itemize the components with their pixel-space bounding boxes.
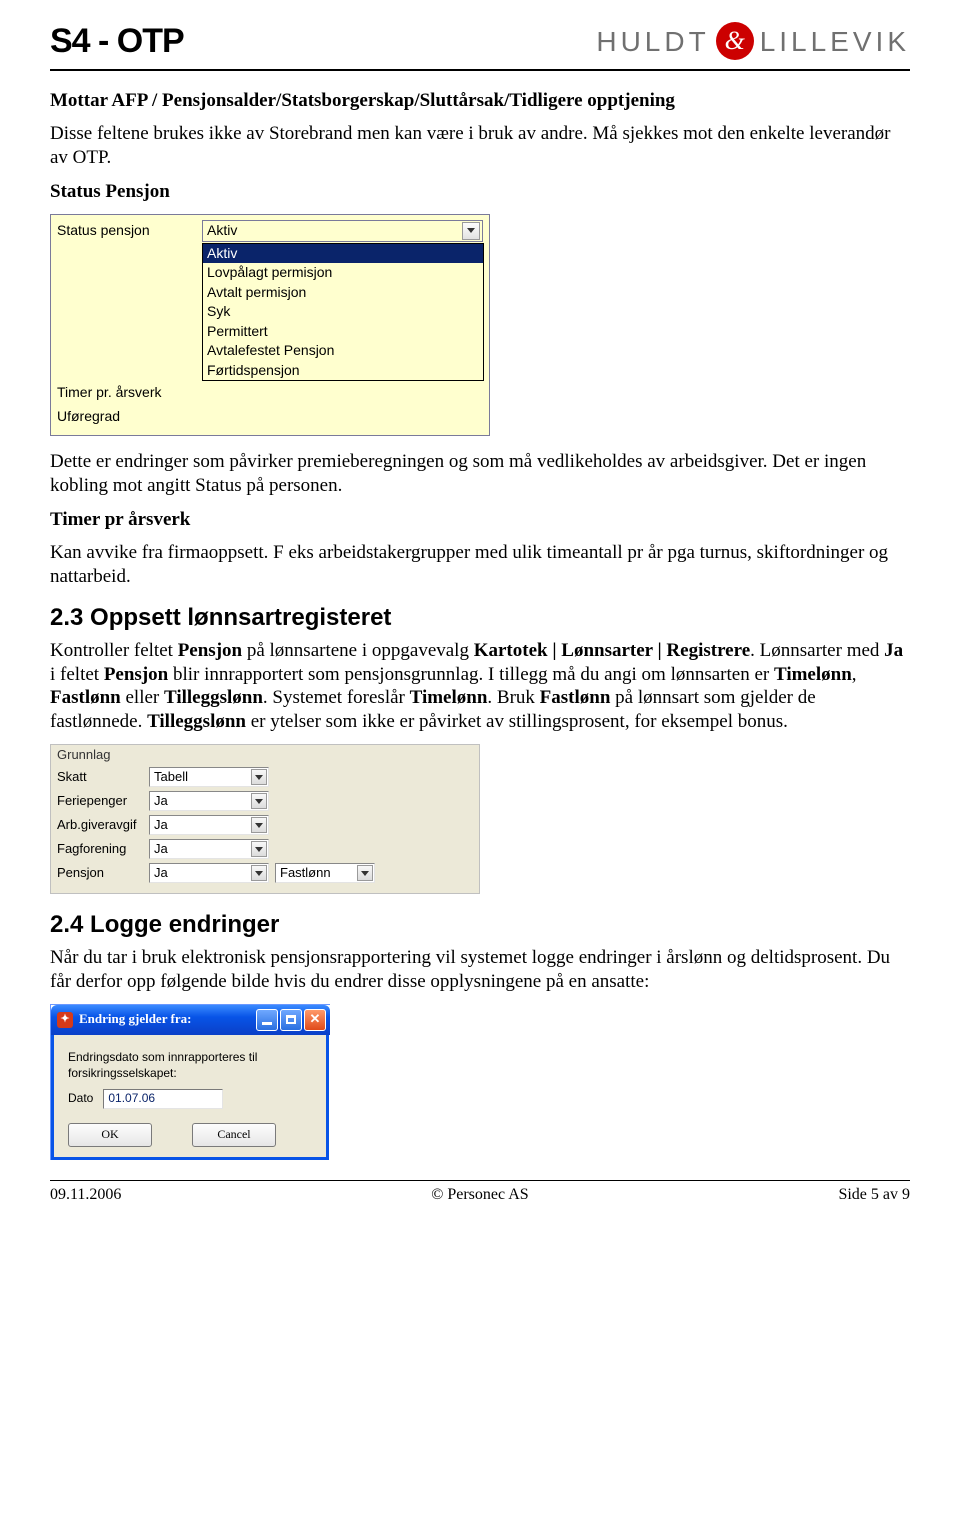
page-footer: 09.11.2006 © Personec AS Side 5 av 9: [50, 1180, 910, 1205]
pensjon-type-value: Fastlønn: [280, 865, 331, 881]
chevron-down-icon: [255, 871, 263, 876]
date-input[interactable]: 01.07.06: [103, 1089, 223, 1109]
footer-date: 09.11.2006: [50, 1185, 121, 1205]
dropdown-option[interactable]: Syk: [203, 302, 483, 322]
pensjon-value: Ja: [154, 865, 168, 881]
feriepenger-value: Ja: [154, 793, 168, 809]
status-pensjon-combo[interactable]: Aktiv: [202, 220, 483, 242]
chevron-down-icon: [255, 799, 263, 804]
logo-ampersand-icon: &: [716, 22, 754, 60]
bold-pensjon2: Pensjon: [104, 664, 168, 685]
feriepenger-label: Feriepenger: [57, 793, 143, 809]
grunnlag-legend: Grunnlag: [57, 747, 473, 763]
combo-button[interactable]: [251, 841, 267, 857]
ok-button[interactable]: OK: [68, 1123, 152, 1147]
fagforening-combo[interactable]: Ja: [149, 839, 269, 859]
chevron-down-icon: [467, 228, 475, 233]
logo-text-left: HULDT: [596, 24, 709, 59]
arbgiveravgift-label: Arb.giveravgif: [57, 817, 143, 833]
arbgiveravgift-combo[interactable]: Ja: [149, 815, 269, 835]
skatt-label: Skatt: [57, 769, 143, 785]
dialog-body-frame: Endringsdato som innrapporteres til fors…: [51, 1035, 329, 1160]
bold-fastlonn2: Fastlønn: [540, 687, 611, 708]
dropdown-option[interactable]: Lovpålagt permisjon: [203, 263, 483, 283]
bold-pensjon: Pensjon: [178, 640, 242, 661]
fagforening-label: Fagforening: [57, 841, 143, 857]
chevron-down-icon: [255, 775, 263, 780]
status-dropdown-list: Aktiv Lovpålagt permisjon Avtalt permisj…: [202, 243, 484, 382]
combo-button[interactable]: [251, 865, 267, 881]
pensjon-type-combo[interactable]: Fastlønn: [275, 863, 375, 883]
chevron-down-icon: [255, 823, 263, 828]
timer-heading: Timer pr årsverk: [50, 508, 910, 532]
timer-label: Timer pr. årsverk: [57, 384, 202, 402]
bold-fastlonn: Fastlønn: [50, 687, 121, 708]
minimize-button[interactable]: [256, 1009, 278, 1031]
combo-button[interactable]: [251, 817, 267, 833]
dialog-title: Endring gjelder fra:: [79, 1011, 191, 1027]
page-header: S4 - OTP HULDT & LILLEVIK: [50, 20, 910, 71]
dropdown-option[interactable]: Avtalefestet Pensjon: [203, 341, 483, 361]
maximize-button[interactable]: [280, 1009, 302, 1031]
chevron-down-icon: [361, 871, 369, 876]
combo-button[interactable]: [357, 865, 373, 881]
header-title: S4 - OTP: [50, 20, 184, 63]
ok-label: OK: [101, 1127, 118, 1142]
bold-timelonn2: Timelønn: [410, 687, 488, 708]
chevron-down-icon: [255, 847, 263, 852]
section-heading-mottar: Mottar AFP / Pensjonsalder/Statsborgersk…: [50, 89, 910, 113]
grunnlag-panel: Grunnlag Skatt Tabell Feriepenger Ja Arb…: [50, 744, 480, 894]
skatt-combo[interactable]: Tabell: [149, 767, 269, 787]
arbgiveravgift-value: Ja: [154, 817, 168, 833]
cancel-label: Cancel: [217, 1127, 250, 1142]
maximize-icon: [286, 1015, 296, 1024]
section-2-4-paragraph: Når du tar i bruk elektronisk pensjonsra…: [50, 946, 910, 994]
section-2-4-heading: 2.4 Logge endringer: [50, 910, 910, 940]
pensjon-combo[interactable]: Ja: [149, 863, 269, 883]
footer-copyright: © Personec AS: [431, 1185, 528, 1205]
dropdown-option[interactable]: Permittert: [203, 322, 483, 342]
after-shot1-p1: Dette er endringer som påvirker premiebe…: [50, 450, 910, 498]
minimize-icon: [262, 1022, 272, 1025]
combo-button[interactable]: [251, 769, 267, 785]
after-shot1-p2: Kan avvike fra firmaoppsett. F eks arbei…: [50, 541, 910, 589]
footer-page: Side 5 av 9: [838, 1185, 910, 1205]
fagforening-value: Ja: [154, 841, 168, 857]
dialog-body-text: Endringsdato som innrapporteres til fors…: [68, 1049, 312, 1081]
status-pensjon-value: Aktiv: [207, 222, 237, 240]
combo-button[interactable]: [462, 222, 480, 240]
skatt-value: Tabell: [154, 769, 188, 785]
pensjon-label: Pensjon: [57, 865, 143, 881]
combo-button[interactable]: [251, 793, 267, 809]
status-panel: Status pensjon Aktiv Aktiv Lovpålagt per…: [50, 214, 490, 437]
status-pensjon-heading: Status Pensjon: [50, 180, 910, 204]
bold-kartotek: Kartotek | Lønnsarter | Registrere: [474, 640, 750, 661]
dialog-wrapper: ✦ Endring gjelder fra: ✕ Endringsdato so…: [50, 1004, 330, 1160]
logo: HULDT & LILLEVIK: [596, 22, 910, 60]
bold-timelonn: Timelønn: [774, 664, 852, 685]
app-icon: ✦: [57, 1012, 73, 1028]
intro-paragraph: Disse feltene brukes ikke av Storebrand …: [50, 122, 910, 170]
feriepenger-combo[interactable]: Ja: [149, 791, 269, 811]
close-button[interactable]: ✕: [304, 1009, 326, 1031]
bold-tilleggslonn2: Tilleggslønn: [147, 711, 246, 732]
date-value: 01.07.06: [108, 1091, 155, 1106]
dropdown-option[interactable]: Aktiv: [203, 244, 483, 264]
section-2-3-paragraph: Kontroller feltet Pensjon på lønnsartene…: [50, 639, 910, 734]
dropdown-option[interactable]: Avtalt permisjon: [203, 283, 483, 303]
section-2-3-heading: 2.3 Oppsett lønnsartregisteret: [50, 603, 910, 633]
bold-ja: Ja: [884, 640, 903, 661]
date-label: Dato: [68, 1091, 93, 1106]
status-pensjon-label: Status pensjon: [57, 222, 202, 240]
dialog-titlebar[interactable]: ✦ Endring gjelder fra: ✕: [51, 1005, 330, 1035]
close-icon: ✕: [310, 1011, 321, 1027]
logo-text-right: LILLEVIK: [760, 24, 910, 59]
dropdown-option[interactable]: Førtidspensjon: [203, 361, 483, 381]
cancel-button[interactable]: Cancel: [192, 1123, 276, 1147]
bold-tilleggslonn: Tilleggslønn: [164, 687, 263, 708]
uforegrad-label: Uføregrad: [57, 408, 202, 426]
